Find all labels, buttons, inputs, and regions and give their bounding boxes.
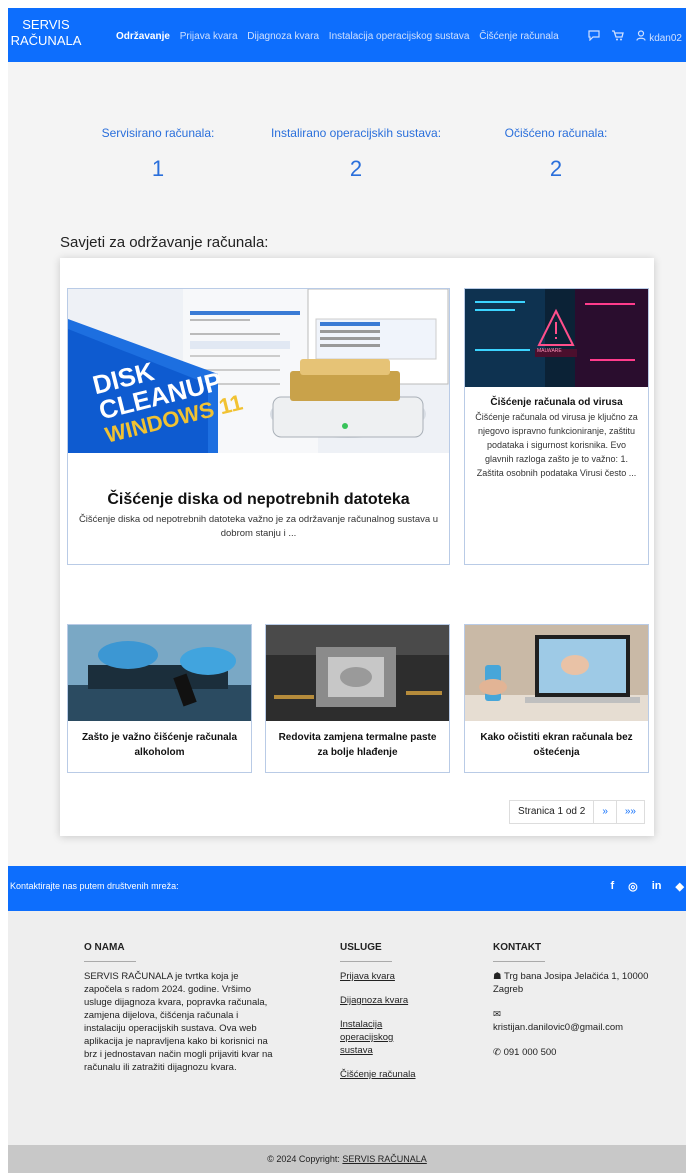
virus-tip-excerpt: Čišćenje računala od virusa je ključno z… <box>475 412 638 478</box>
footer-link-prijava-kvara[interactable]: Prijava kvara <box>340 970 420 983</box>
tip-title-alkohol: Zašto je važno čišćenje računala alkohol… <box>81 732 238 758</box>
footer-link-ciscenje[interactable]: Čišćenje računala <box>340 1068 420 1081</box>
nav-links: Održavanje Prijava kvara Dijagnoza kvara… <box>116 31 566 42</box>
footer-link-instalacija[interactable]: Instalacija operacijskog sustava <box>340 1018 402 1057</box>
tip-card-alkohol[interactable]: Zašto je važno čišćenje računala alkohol… <box>67 624 252 773</box>
user-menu[interactable]: kdan02 <box>636 30 682 44</box>
featured-tip-image: DISK CLEANUP WINDOWS 11 <box>68 289 449 453</box>
username: kdan02 <box>649 33 682 44</box>
brand-line-1: SERVIS <box>22 17 70 32</box>
virus-tip-title: Čišćenje računala od virusa <box>490 397 623 408</box>
pagination: Stranica 1 od 2 » »» <box>509 800 645 824</box>
copyright-link[interactable]: SERVIS RAČUNALA <box>342 1154 426 1164</box>
nav-link-odrzavanje[interactable]: Održavanje <box>116 31 170 42</box>
footer-about: O NAMA SERVIS RAČUNALA je tvrtka koja je… <box>84 941 274 1074</box>
tip-card-ekran[interactable]: Kako očistiti ekran računala bez oštećen… <box>464 624 649 773</box>
footer-link-dijagnoza-kvara[interactable]: Dijagnoza kvara <box>340 994 420 1007</box>
social-text: Kontaktirajte nas putem društvenih mreža… <box>10 881 179 891</box>
footer-divider <box>493 961 545 962</box>
malware-label: MALWARE <box>537 348 562 354</box>
cart-icon[interactable] <box>612 30 625 44</box>
tips-panel: DISK CLEANUP WINDOWS 11 Čišćenje diska o… <box>60 258 654 836</box>
footer-services: USLUGE Prijava kvara Dijagnoza kvara Ins… <box>340 941 420 1081</box>
stat-value: 2 <box>549 156 563 181</box>
featured-tip-title: Čišćenje diska od nepotrebnih datoteka <box>107 491 410 508</box>
gitlab-icon[interactable]: ◆ <box>676 880 684 893</box>
envelope-icon: ✉ <box>493 1009 501 1020</box>
nav-link-ciscenje[interactable]: Čišćenje računala <box>479 31 559 42</box>
linkedin-icon[interactable]: in <box>652 880 662 893</box>
footer-email-text[interactable]: kristijan.danilovic0@gmail.com <box>493 1022 623 1033</box>
tip-image-ekran <box>465 625 648 721</box>
stat-serviced: Servisirano računala: 1 <box>88 126 228 182</box>
footer-about-title: O NAMA <box>84 942 125 953</box>
footer-email: ✉ kristijan.danilovic0@gmail.com <box>493 1008 663 1034</box>
featured-tip-excerpt: Čišćenje diska od nepotrebnih datoteka v… <box>78 514 439 539</box>
virus-tip-card[interactable]: MALWARE Čišćenje računala od virusa Čišć… <box>464 288 649 565</box>
footer-phone: ✆ 091 000 500 <box>493 1046 663 1059</box>
stat-label: Očišćeno računala: <box>504 126 608 140</box>
footer-address-text: Trg bana Josipa Jelačića 1, 10000 Zagreb <box>493 971 649 995</box>
tip-image-termalna-pasta <box>266 625 449 721</box>
stat-label: Instalirano operacijskih sustava: <box>270 126 442 140</box>
footer-address: ☗ Trg bana Josipa Jelačića 1, 10000 Zagr… <box>493 970 663 996</box>
instagram-icon[interactable]: ◎ <box>628 880 638 893</box>
pagination-last[interactable]: »» <box>617 801 644 823</box>
pagination-status: Stranica 1 od 2 <box>510 801 595 823</box>
footer-about-text: SERVIS RAČUNALA je tvrtka koja je započe… <box>84 971 273 1073</box>
tip-card-termalna-pasta[interactable]: Redovita zamjena termalne paste za bolje… <box>265 624 450 773</box>
stat-label: Servisirano računala: <box>101 126 215 140</box>
nav-link-dijagnoza-kvara[interactable]: Dijagnoza kvara <box>247 31 319 42</box>
tip-image-alkohol <box>68 625 251 721</box>
user-icon <box>636 30 647 44</box>
social-icons: f ◎ in ◆ <box>610 880 684 893</box>
nav-link-prijava-kvara[interactable]: Prijava kvara <box>180 31 238 42</box>
home-icon: ☗ <box>493 971 502 982</box>
stat-value: 1 <box>151 156 165 181</box>
phone-icon: ✆ <box>493 1047 501 1058</box>
page: SERVIS RAČUNALA Održavanje Prijava kvara… <box>8 8 686 1173</box>
stat-cleaned: Očišćeno računala: 2 <box>486 126 626 182</box>
message-icon[interactable] <box>588 30 601 44</box>
facebook-icon[interactable]: f <box>610 880 614 893</box>
copyright-text: © 2024 Copyright: <box>267 1154 343 1164</box>
footer-divider <box>84 961 136 962</box>
stats-row: Servisirano računala: 1 Instalirano oper… <box>8 126 686 196</box>
pagination-next[interactable]: » <box>594 801 617 823</box>
stat-value: 2 <box>349 156 363 181</box>
footer-services-title: USLUGE <box>340 942 382 953</box>
footer-contact: KONTAKT ☗ Trg bana Josipa Jelačića 1, 10… <box>493 941 663 1059</box>
footer: O NAMA SERVIS RAČUNALA je tvrtka koja je… <box>8 911 686 1145</box>
tip-title-termalna-pasta: Redovita zamjena termalne paste za bolje… <box>278 732 437 758</box>
tip-title-ekran: Kako očistiti ekran računala bez oštećen… <box>480 732 633 758</box>
nav-actions: kdan02 <box>588 30 682 44</box>
virus-tip-image: MALWARE <box>465 289 648 387</box>
copyright-bar: © 2024 Copyright: SERVIS RAČUNALA <box>8 1145 686 1173</box>
footer-phone-text: 091 000 500 <box>503 1047 557 1058</box>
featured-tip-card[interactable]: DISK CLEANUP WINDOWS 11 Čišćenje diska o… <box>67 288 450 565</box>
section-title: Savjeti za održavanje računala: <box>60 234 269 251</box>
brand-line-2: RAČUNALA <box>10 33 82 48</box>
brand-logo[interactable]: SERVIS RAČUNALA <box>10 17 82 49</box>
top-navbar: SERVIS RAČUNALA Održavanje Prijava kvara… <box>8 8 686 62</box>
social-bar: Kontaktirajte nas putem društvenih mreža… <box>8 866 686 911</box>
footer-contact-title: KONTAKT <box>493 942 542 953</box>
nav-link-instalacija[interactable]: Instalacija operacijskog sustava <box>329 31 470 42</box>
stat-os-installed: Instalirano operacijskih sustava: 2 <box>256 126 456 182</box>
footer-divider <box>340 961 392 962</box>
